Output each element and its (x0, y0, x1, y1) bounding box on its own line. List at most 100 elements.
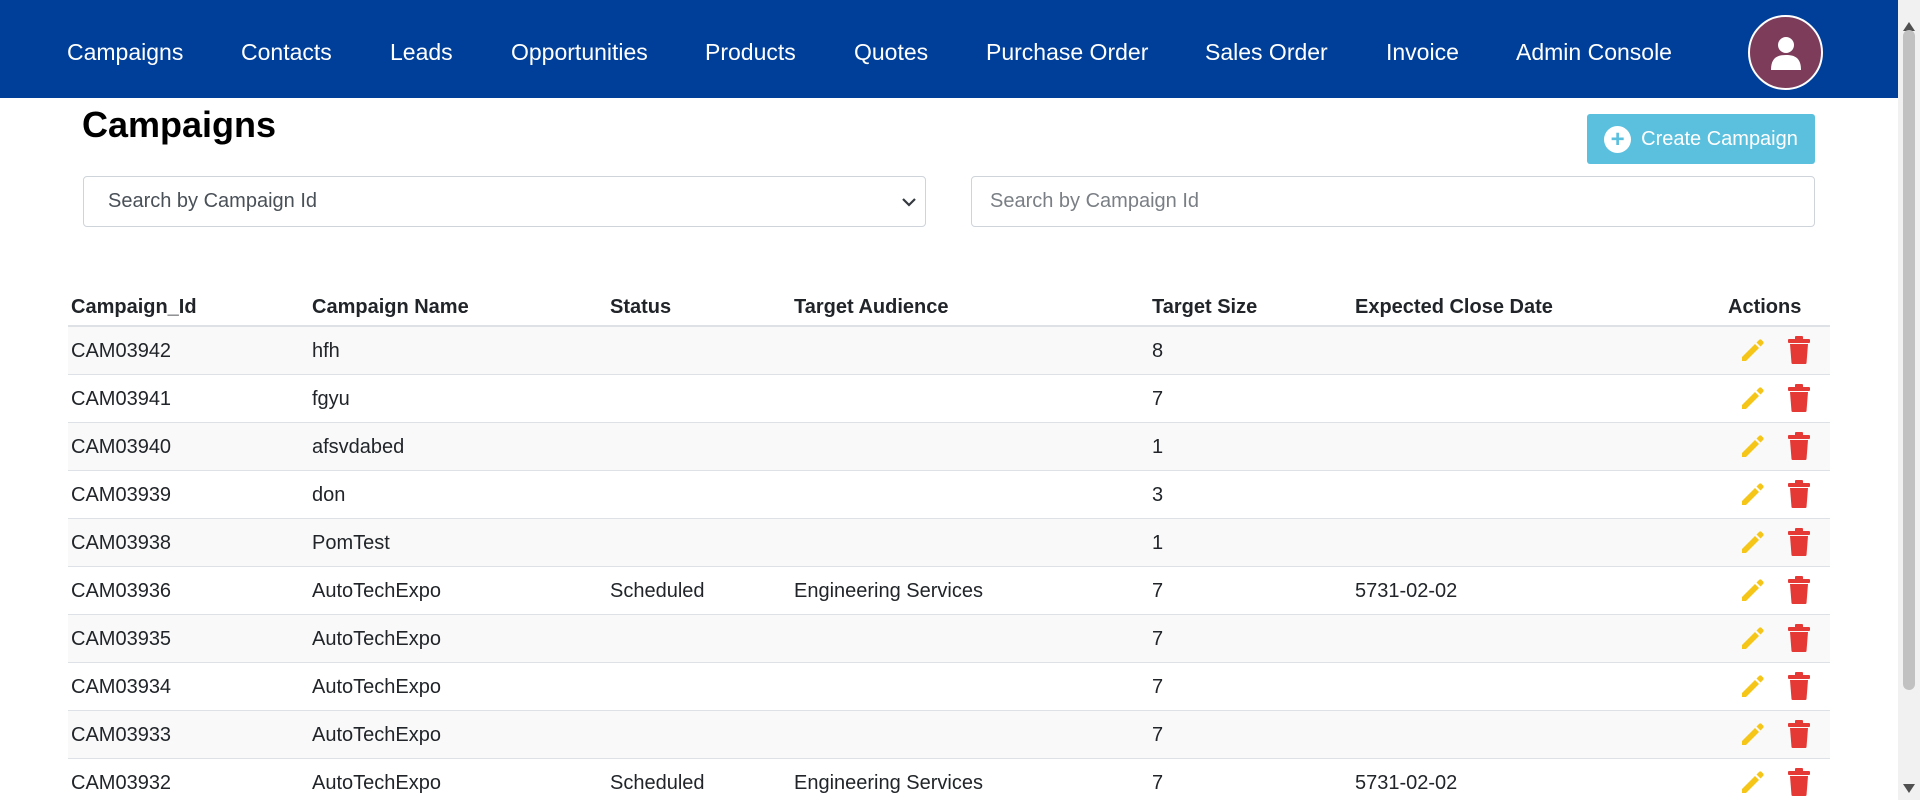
nav-item-admin-console[interactable]: Admin Console (1516, 0, 1672, 98)
edit-pencil-icon[interactable] (1738, 481, 1766, 509)
cell-campaign-id: CAM03935 (71, 628, 172, 650)
cell-expected-close-date: 5731-02-02 (1355, 580, 1458, 602)
cell-target-size: 7 (1152, 388, 1164, 410)
cell-target-size: 1 (1152, 436, 1164, 458)
table-row: CAM03940 afsvdabed 1 (68, 423, 1830, 471)
cell-campaign-id: CAM03942 (71, 340, 172, 362)
user-icon (1770, 36, 1801, 70)
vertical-scrollbar[interactable] (1898, 0, 1920, 800)
cell-target-size: 1 (1152, 532, 1164, 554)
cell-campaign-name: AutoTechExpo (312, 676, 441, 698)
cell-target-size: 7 (1152, 724, 1164, 746)
edit-pencil-icon[interactable] (1738, 385, 1766, 413)
search-field-select[interactable]: Search by Campaign Id (83, 176, 926, 227)
table-row: CAM03939 don 3 (68, 471, 1830, 519)
cell-campaign-id: CAM03941 (71, 388, 172, 410)
search-field-select-value: Search by Campaign Id (108, 190, 318, 212)
cell-target-size: 3 (1152, 484, 1164, 506)
nav-item-products[interactable]: Products (705, 0, 796, 98)
delete-trash-icon[interactable] (1787, 336, 1811, 364)
edit-pencil-icon[interactable] (1738, 577, 1766, 605)
table-body: CAM03942 hfh 8 CAM03941 fgyu 7 CAM03940 afsvdab… (68, 327, 1830, 800)
edit-pencil-icon[interactable] (1738, 625, 1766, 653)
nav-item-invoice[interactable]: Invoice (1386, 0, 1459, 98)
delete-trash-icon[interactable] (1787, 624, 1811, 652)
cell-campaign-name: hfh (312, 340, 340, 362)
table-row: CAM03932 AutoTechExpo Scheduled Engineering… (68, 759, 1830, 800)
cell-status: Scheduled (610, 772, 705, 794)
cell-campaign-name: PomTest (312, 532, 390, 554)
delete-trash-icon[interactable] (1787, 432, 1811, 460)
nav-item-campaigns[interactable]: Campaigns (67, 0, 183, 98)
table-row: CAM03935 AutoTechExpo 7 (68, 615, 1830, 663)
edit-pencil-icon[interactable] (1738, 433, 1766, 461)
table-row: CAM03934 AutoTechExpo 7 (68, 663, 1830, 711)
page-title: Campaigns (82, 104, 277, 145)
scrollbar-thumb[interactable] (1903, 30, 1915, 690)
cell-status: Scheduled (610, 580, 705, 602)
cell-campaign-name: AutoTechExpo (312, 772, 441, 794)
col-header-target-audience: Target Audience (794, 296, 949, 318)
col-header-status: Status (610, 296, 672, 318)
plus-circle-icon: + (1604, 125, 1632, 153)
nav-item-leads[interactable]: Leads (390, 0, 453, 98)
cell-target-size: 7 (1152, 628, 1164, 650)
cell-campaign-id: CAM03939 (71, 484, 172, 506)
table-row: CAM03938 PomTest 1 (68, 519, 1830, 567)
cell-campaign-name: afsvdabed (312, 436, 405, 458)
table-row: CAM03941 fgyu 7 (68, 375, 1830, 423)
table-row: CAM03942 hfh 8 (68, 327, 1830, 375)
edit-pencil-icon[interactable] (1738, 337, 1766, 365)
cell-target-audience: Engineering Services (794, 580, 983, 602)
search-input[interactable] (971, 176, 1815, 227)
cell-campaign-id: CAM03936 (71, 580, 172, 602)
nav-item-contacts[interactable]: Contacts (241, 0, 332, 98)
col-header-campaign-id: Campaign_Id (71, 296, 197, 318)
nav-item-quotes[interactable]: Quotes (854, 0, 928, 98)
top-navbar: Campaigns Contacts Leads Opportunities P… (0, 0, 1898, 98)
edit-pencil-icon[interactable] (1738, 769, 1766, 797)
nav-item-opportunities[interactable]: Opportunities (511, 0, 648, 98)
avatar[interactable] (1748, 15, 1823, 90)
col-header-actions: Actions (1728, 296, 1802, 318)
cell-campaign-name: don (312, 484, 346, 506)
cell-campaign-name: AutoTechExpo (312, 628, 441, 650)
table-row: CAM03936 AutoTechExpo Scheduled Engineering… (68, 567, 1830, 615)
edit-pencil-icon[interactable] (1738, 673, 1766, 701)
cell-target-size: 7 (1152, 580, 1164, 602)
create-campaign-button[interactable]: + Create Campaign (1587, 114, 1815, 164)
delete-trash-icon[interactable] (1787, 480, 1811, 508)
scroll-down-arrow-icon[interactable] (1903, 784, 1915, 793)
table-row: CAM03933 AutoTechExpo 7 (68, 711, 1830, 759)
edit-pencil-icon[interactable] (1738, 529, 1766, 557)
cell-campaign-id: CAM03938 (71, 532, 172, 554)
cell-campaign-id: CAM03932 (71, 772, 172, 794)
nav-item-sales-order[interactable]: Sales Order (1205, 0, 1328, 98)
delete-trash-icon[interactable] (1787, 576, 1811, 604)
table-header-row: Campaign_Id Campaign Name Status Target … (68, 290, 1830, 327)
cell-campaign-id: CAM03933 (71, 724, 172, 746)
cell-campaign-name: fgyu (312, 388, 350, 410)
create-campaign-label: Create Campaign (1641, 127, 1798, 150)
cell-target-size: 7 (1152, 772, 1164, 794)
chevron-down-icon (902, 198, 916, 207)
cell-expected-close-date: 5731-02-02 (1355, 772, 1458, 794)
cell-target-size: 7 (1152, 676, 1164, 698)
nav-item-purchase-order[interactable]: Purchase Order (986, 0, 1148, 98)
delete-trash-icon[interactable] (1787, 672, 1811, 700)
delete-trash-icon[interactable] (1787, 768, 1811, 796)
cell-campaign-id: CAM03940 (71, 436, 172, 458)
edit-pencil-icon[interactable] (1738, 721, 1766, 749)
delete-trash-icon[interactable] (1787, 528, 1811, 556)
col-header-target-size: Target Size (1152, 296, 1258, 318)
col-header-campaign-name: Campaign Name (312, 296, 469, 318)
cell-campaign-id: CAM03934 (71, 676, 172, 698)
delete-trash-icon[interactable] (1787, 720, 1811, 748)
cell-campaign-name: AutoTechExpo (312, 580, 441, 602)
cell-target-audience: Engineering Services (794, 772, 983, 794)
cell-target-size: 8 (1152, 340, 1164, 362)
campaigns-table: Campaign_Id Campaign Name Status Target … (68, 290, 1830, 800)
delete-trash-icon[interactable] (1787, 384, 1811, 412)
col-header-expected-close-date: Expected Close Date (1355, 296, 1553, 318)
cell-campaign-name: AutoTechExpo (312, 724, 441, 746)
